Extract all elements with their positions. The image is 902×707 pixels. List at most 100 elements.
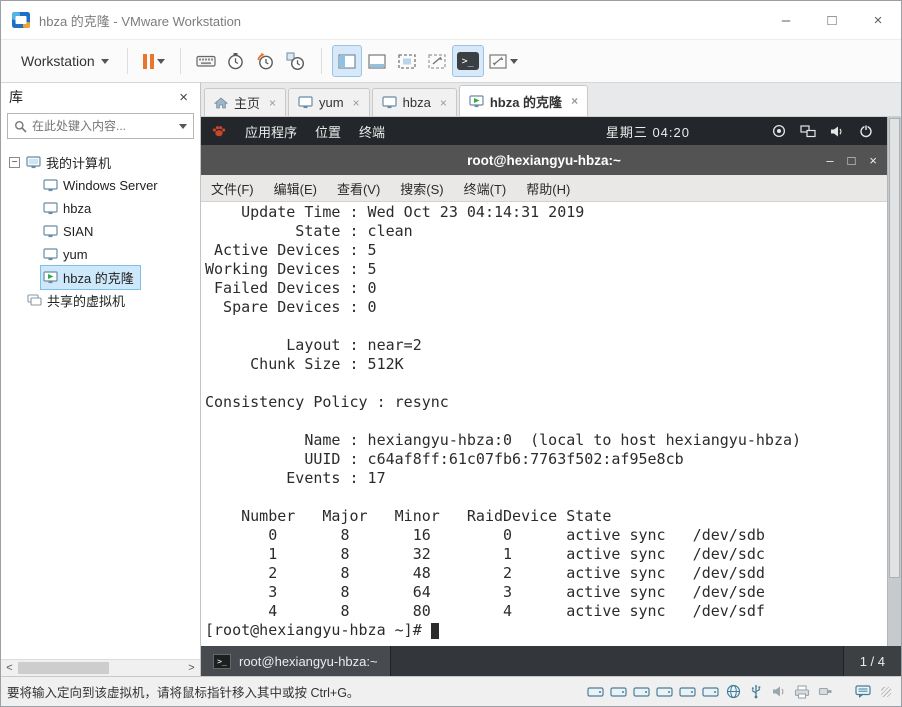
- tab-label: hbza 的克隆: [489, 94, 563, 110]
- minimize-button[interactable]: –: [763, 1, 809, 39]
- scroll-left-icon[interactable]: <: [1, 660, 18, 676]
- tree-item-label: 共享的虚拟机: [47, 294, 126, 309]
- hard-disk-icon[interactable]: [586, 683, 604, 701]
- printer-icon[interactable]: [793, 683, 811, 701]
- terminal-app-menu[interactable]: 终端: [359, 122, 385, 141]
- fullscreen-button[interactable]: [392, 45, 422, 77]
- network-icon[interactable]: [800, 124, 816, 138]
- search-input[interactable]: [32, 119, 174, 133]
- keyboard-icon: [196, 53, 216, 69]
- guest-tray: [772, 124, 877, 138]
- menu-terminal[interactable]: 终端(T): [464, 179, 507, 198]
- hard-disk-icon[interactable]: [678, 683, 696, 701]
- message-log-icon[interactable]: [854, 683, 872, 701]
- status-message: 要将输入定向到该虚拟机，请将鼠标指针移入其中或按 Ctrl+G。: [7, 686, 360, 700]
- tab-hbza-clone[interactable]: hbza 的克隆 ×: [458, 85, 589, 116]
- hard-disk-icon[interactable]: [655, 683, 673, 701]
- tab-close-icon[interactable]: ×: [440, 96, 447, 110]
- sound-card-icon[interactable]: [770, 683, 788, 701]
- usb-device-icon[interactable]: [816, 683, 834, 701]
- vm-icon: [43, 179, 58, 192]
- maximize-button[interactable]: □: [809, 1, 855, 39]
- tree-item-label: hbza: [63, 201, 92, 216]
- menu-edit[interactable]: 编辑(E): [274, 179, 317, 198]
- power-icon[interactable]: [859, 124, 873, 138]
- menu-file[interactable]: 文件(F): [211, 179, 254, 198]
- unity-mode-button[interactable]: [422, 45, 452, 77]
- tree-item-label: SIAN: [63, 224, 94, 239]
- scroll-right-icon[interactable]: >: [183, 660, 200, 676]
- vm-running-icon: [43, 271, 58, 284]
- terminal-output[interactable]: Update Time : Wed Oct 23 04:14:31 2019 S…: [201, 202, 887, 646]
- unity-icon: [428, 53, 446, 69]
- scrollbar-thumb[interactable]: [889, 118, 900, 579]
- places-menu[interactable]: 位置: [315, 122, 341, 141]
- terminal-cursor: [430, 623, 440, 639]
- terminal-close-button[interactable]: ×: [869, 153, 877, 168]
- library-panel-icon: [338, 53, 356, 69]
- chevron-down-icon[interactable]: [179, 123, 187, 129]
- tab-close-icon[interactable]: ×: [269, 96, 276, 110]
- terminal-titlebar[interactable]: root@hexiangyu-hbza:~ – □ ×: [201, 145, 887, 175]
- window-title: hbza 的克隆 - VMware Workstation: [39, 13, 242, 29]
- scrollbar-thumb[interactable]: [18, 662, 109, 674]
- tree-item-label: Windows Server: [63, 178, 158, 193]
- collapse-icon[interactable]: −: [9, 157, 20, 168]
- tree-item-sian[interactable]: SIAN: [1, 220, 200, 243]
- tree-item-hbza-clone[interactable]: hbza 的克隆: [1, 265, 200, 290]
- window-titlebar: hbza 的克隆 - VMware Workstation – □ ×: [1, 1, 901, 39]
- menu-view[interactable]: 查看(V): [337, 179, 380, 198]
- taskbar-terminal-button[interactable]: >_ root@hexiangyu-hbza:~: [201, 646, 391, 676]
- console-view-button[interactable]: >_: [451, 45, 484, 77]
- library-close-icon[interactable]: ×: [175, 89, 192, 106]
- terminal-prompt-line: [root@hexiangyu-hbza ~]#: [205, 621, 883, 640]
- guest-clock[interactable]: 星期三 04:20: [606, 122, 690, 141]
- library-horizontal-scrollbar[interactable]: < >: [1, 659, 200, 676]
- stretch-guest-button[interactable]: [484, 45, 523, 77]
- vm-icon: [43, 202, 58, 215]
- tree-item-my-computer[interactable]: − 我的计算机: [1, 151, 200, 174]
- tree-item-hbza[interactable]: hbza: [1, 197, 200, 220]
- hard-disk-icon[interactable]: [609, 683, 627, 701]
- resize-grip[interactable]: [881, 686, 891, 697]
- tab-hbza[interactable]: hbza ×: [371, 88, 457, 116]
- take-snapshot-button[interactable]: [221, 45, 251, 77]
- send-ctrl-alt-del-button[interactable]: [191, 45, 221, 77]
- tab-home[interactable]: 主页 ×: [204, 88, 287, 116]
- suspend-vm-button[interactable]: [138, 45, 170, 77]
- tree-item-yum[interactable]: yum: [1, 243, 200, 266]
- applications-menu[interactable]: 应用程序: [245, 122, 297, 141]
- guest-taskbar: >_ root@hexiangyu-hbza:~ 1 / 4: [201, 646, 901, 676]
- scrollbar-track[interactable]: [18, 660, 183, 676]
- tree-item-shared-vms[interactable]: 共享的虚拟机: [1, 289, 200, 312]
- hard-disk-icon[interactable]: [701, 683, 719, 701]
- snapshot-manager-button[interactable]: [281, 45, 311, 77]
- close-button[interactable]: ×: [855, 1, 901, 39]
- tab-yum[interactable]: yum ×: [288, 88, 370, 116]
- terminal-minimize-button[interactable]: –: [826, 153, 833, 168]
- menu-help[interactable]: 帮助(H): [526, 179, 570, 198]
- home-icon: [214, 96, 228, 109]
- usb-controller-icon[interactable]: [747, 683, 765, 701]
- tree-item-windows-server[interactable]: Windows Server: [1, 174, 200, 197]
- console-vertical-scrollbar[interactable]: [887, 117, 901, 646]
- workspace-indicator[interactable]: 1 / 4: [842, 646, 901, 676]
- revert-snapshot-button[interactable]: [251, 45, 281, 77]
- tab-close-icon[interactable]: ×: [353, 96, 360, 110]
- terminal-text: Update Time : Wed Oct 23 04:14:31 2019 S…: [205, 203, 802, 620]
- tree-item-label: yum: [63, 247, 88, 262]
- workstation-menu-button[interactable]: Workstation: [13, 47, 117, 75]
- vm-icon: [43, 225, 58, 238]
- volume-icon[interactable]: [830, 125, 845, 138]
- screen-record-icon[interactable]: [772, 124, 786, 138]
- menu-search[interactable]: 搜索(S): [400, 179, 443, 198]
- network-adapter-icon[interactable]: [724, 683, 742, 701]
- terminal-maximize-button[interactable]: □: [848, 153, 856, 168]
- snapshot-manager-icon: [286, 52, 305, 71]
- tab-close-icon[interactable]: ×: [571, 94, 578, 108]
- snapshot-clock-icon: [226, 52, 245, 71]
- hard-disk-icon[interactable]: [632, 683, 650, 701]
- show-thumbnail-bar-button[interactable]: [362, 45, 392, 77]
- toolbar-separator: [126, 48, 128, 74]
- show-library-button[interactable]: [331, 45, 362, 77]
